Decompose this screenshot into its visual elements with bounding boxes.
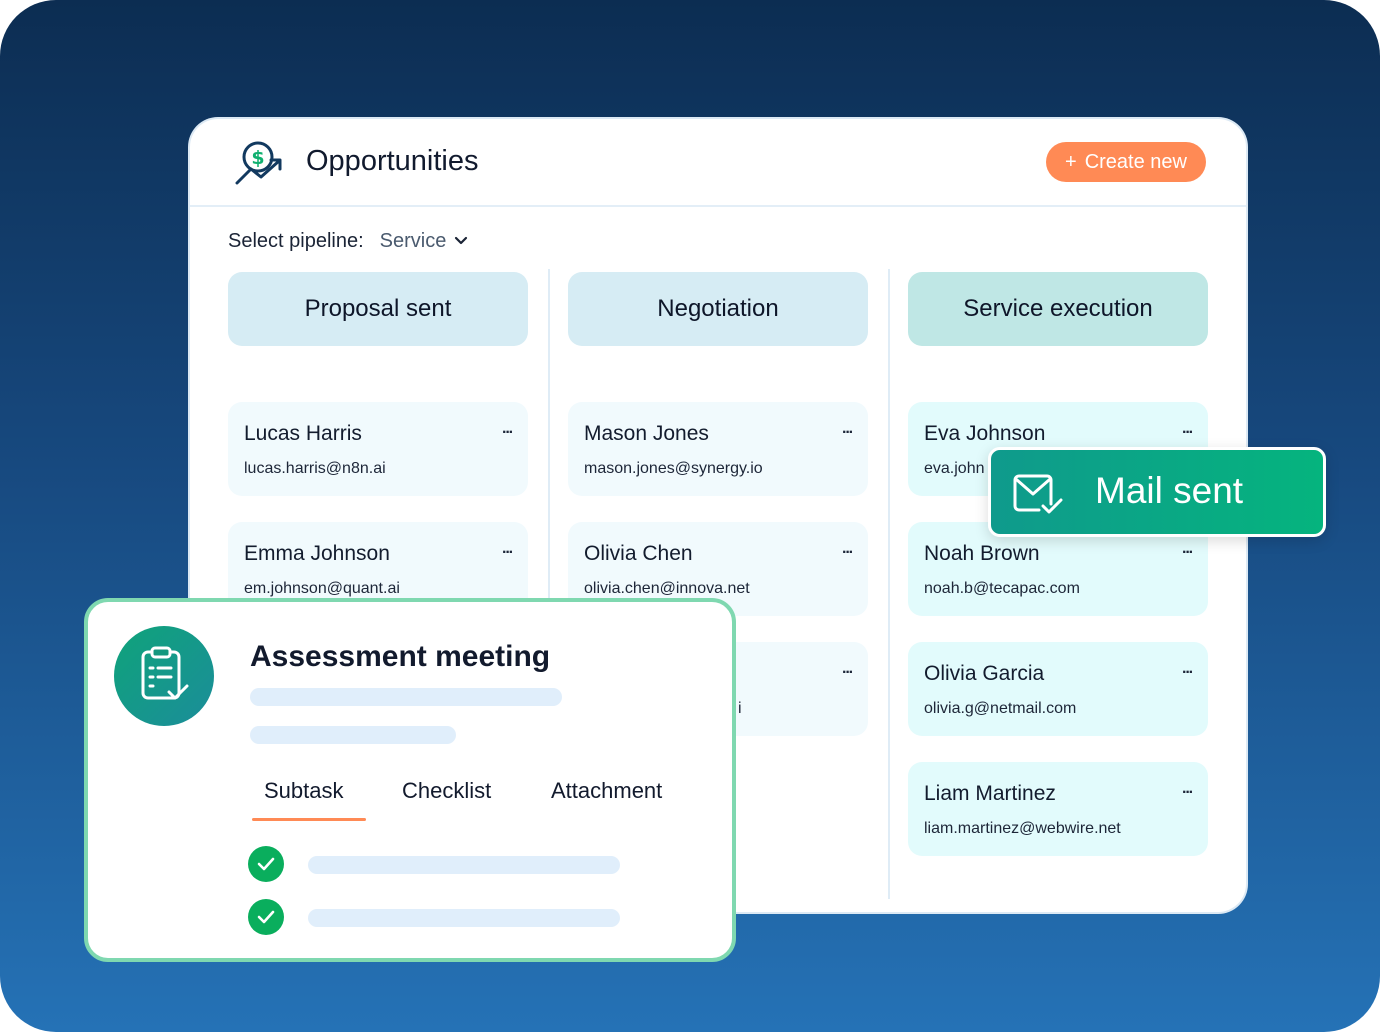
tab-checklist[interactable]: Checklist (402, 778, 491, 804)
contact-name: Emma Johnson (244, 542, 390, 565)
contact-name: Noah Brown (924, 542, 1040, 565)
more-options-icon[interactable]: ··· (1182, 544, 1194, 562)
window-header: $ Opportunities + Create new (190, 119, 1246, 207)
contact-email: olivia.g@netmail.com (924, 700, 1077, 717)
assessment-title: Assessment meeting (250, 640, 551, 673)
more-options-icon[interactable]: ··· (502, 544, 514, 562)
contact-name: Lucas Harris (244, 422, 362, 445)
mail-check-icon (1013, 474, 1063, 514)
contact-email: mason.jones@synergy.io (584, 460, 763, 477)
contact-email: em.johnson@quant.ai (244, 580, 400, 597)
contact-email: i (738, 700, 742, 717)
opportunity-card[interactable]: Liam Martinez ··· liam.martinez@webwire.… (908, 762, 1208, 856)
subtask-placeholder (308, 856, 620, 874)
tab-attachment[interactable]: Attachment (551, 778, 662, 804)
assessment-meeting-card: Assessment meeting Subtask Checklist Att… (84, 598, 736, 962)
tab-subtask[interactable]: Subtask (264, 778, 344, 804)
pipeline-selector-row: Select pipeline: Service (228, 227, 468, 255)
create-new-button[interactable]: + Create new (1046, 142, 1206, 182)
toast-message: Mail sent (1095, 470, 1244, 511)
subtask-placeholder (308, 909, 620, 927)
more-options-icon[interactable]: ··· (1182, 784, 1194, 802)
more-options-icon[interactable]: ··· (1182, 424, 1194, 442)
page-title: Opportunities (306, 145, 479, 177)
checkmark-icon[interactable] (248, 846, 284, 882)
contact-name: Olivia Chen (584, 542, 693, 565)
stage-header-negotiation[interactable]: Negotiation (568, 272, 868, 346)
chevron-down-icon (455, 236, 468, 245)
background-stage: $ Opportunities + Create new Select pipe… (0, 0, 1380, 1032)
contact-email: noah.b@tecapac.com (924, 580, 1080, 597)
stage-header-service-execution[interactable]: Service execution (908, 272, 1208, 346)
svg-text:$: $ (251, 147, 264, 169)
contact-email: liam.martinez@webwire.net (924, 820, 1121, 837)
more-options-icon[interactable]: ··· (1182, 664, 1194, 682)
pipeline-label: Select pipeline: (228, 229, 364, 252)
pipeline-dropdown[interactable]: Service (380, 230, 469, 253)
opportunity-card[interactable]: Olivia Garcia ··· olivia.g@netmail.com (908, 642, 1208, 736)
column-divider (888, 269, 890, 899)
more-options-icon[interactable]: ··· (842, 544, 854, 562)
placeholder-line (250, 688, 562, 706)
contact-name: Eva Johnson (924, 422, 1046, 445)
active-tab-indicator (252, 818, 366, 821)
contact-name: Mason Jones (584, 422, 709, 445)
clipboard-check-icon (114, 626, 214, 726)
create-new-label: Create new (1084, 150, 1187, 173)
more-options-icon[interactable]: ··· (842, 664, 854, 682)
plus-icon: + (1065, 150, 1077, 173)
more-options-icon[interactable]: ··· (502, 424, 514, 442)
contact-email: olivia.chen@innova.net (584, 580, 750, 597)
money-growth-icon: $ (235, 141, 282, 185)
contact-name: Olivia Garcia (924, 662, 1045, 685)
opportunity-card[interactable]: Lucas Harris ··· lucas.harris@n8n.ai (228, 402, 528, 496)
pipeline-selected-value: Service (379, 229, 447, 252)
contact-email: lucas.harris@n8n.ai (244, 460, 386, 477)
more-options-icon[interactable]: ··· (842, 424, 854, 442)
checkmark-icon[interactable] (248, 899, 284, 935)
placeholder-line (250, 726, 456, 744)
contact-name: Liam Martinez (924, 782, 1056, 805)
stage-header-proposal-sent[interactable]: Proposal sent (228, 272, 528, 346)
mail-sent-toast: Mail sent (988, 447, 1326, 537)
contact-email: eva.john (924, 460, 985, 477)
opportunity-card[interactable]: Mason Jones ··· mason.jones@synergy.io (568, 402, 868, 496)
